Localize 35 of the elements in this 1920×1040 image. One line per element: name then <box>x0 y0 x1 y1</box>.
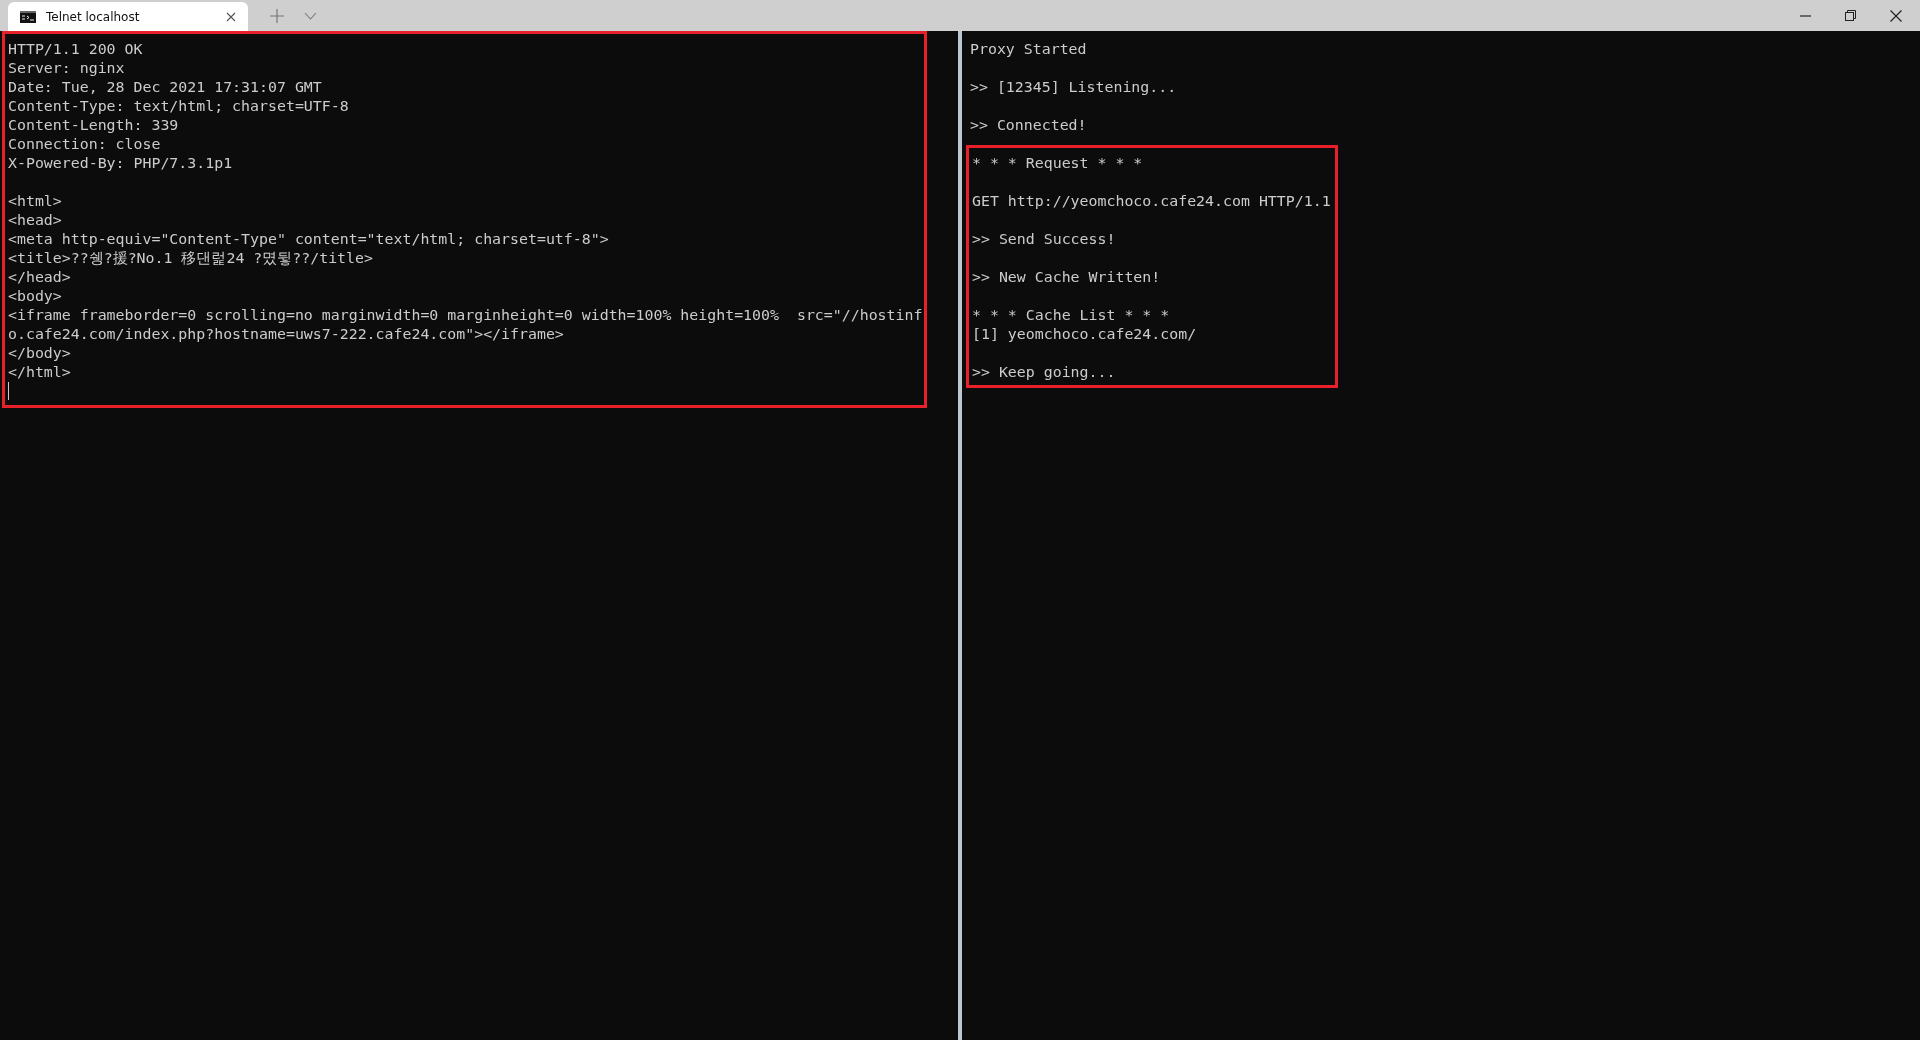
terminal-line: Proxy Started <box>970 40 1088 59</box>
terminal-line: <meta http-equiv="Content-Type" content="text/html; charset=utf-8"> <box>8 230 610 249</box>
tab[interactable]: Telnet localhost <box>8 2 248 31</box>
terminal-line: >> [12345] Listening... <box>970 78 1177 97</box>
terminal-line: * * * Cache List * * * <box>972 306 1171 325</box>
dropdown-icon[interactable] <box>304 11 317 20</box>
tab-title: Telnet localhost <box>46 9 141 24</box>
terminal-icon <box>20 10 36 23</box>
terminal-line: >> New Cache Written! <box>972 268 1162 287</box>
terminal-line: Content-Type: text/html; charset=UTF-8 <box>8 97 350 116</box>
terminal-line: </html> <box>8 363 72 382</box>
minimize-icon[interactable] <box>1800 14 1811 17</box>
close-icon[interactable] <box>1890 9 1902 22</box>
terminal-line: >> Send Success! <box>972 230 1117 249</box>
terminal-line: X-Powered-By: PHP/7.3.1p1 <box>8 154 234 173</box>
terminal-line: GET http://yeomchoco.cafe24.com HTTP/1.1 <box>972 192 1331 211</box>
terminal-line: >> Connected! <box>970 116 1088 135</box>
terminal-line: * * * Request * * * <box>972 154 1144 173</box>
terminal-line: <head> <box>8 211 63 230</box>
terminal-line: Date: Tue, 28 Dec 2021 17:31:07 GMT <box>8 78 323 97</box>
terminal-line: o.cafe24.com/index.php?hostname=uws7-222.cafe24.com"></iframe> <box>8 325 565 344</box>
terminal-line: Server: nginx <box>8 59 126 78</box>
terminal-line: </body> <box>8 344 72 363</box>
terminal-line: Connection: close <box>8 135 162 154</box>
terminal-line: <body> <box>8 287 63 306</box>
terminal-line: <html> <box>8 192 63 211</box>
restore-icon[interactable] <box>1845 10 1856 21</box>
terminal-line: HTTP/1.1 200 OK <box>8 40 144 59</box>
terminal-line: </head> <box>8 268 72 287</box>
terminal-line: Content-Length: 339 <box>8 116 180 135</box>
terminal-line: [1] yeomchoco.cafe24.com/ <box>972 325 1198 344</box>
terminal-line: >> Keep going... <box>972 363 1117 382</box>
terminal-line: <iframe frameborder=0 scrolling=no marginwidth=0 marginheight=0 width=100% height=100% src="//hostinf <box>8 306 924 325</box>
terminal-line: <title>??쉥?援?No.1 移댄럹24 ?몄뒿??/title> <box>8 249 374 268</box>
close-tab-icon[interactable] <box>226 11 236 22</box>
